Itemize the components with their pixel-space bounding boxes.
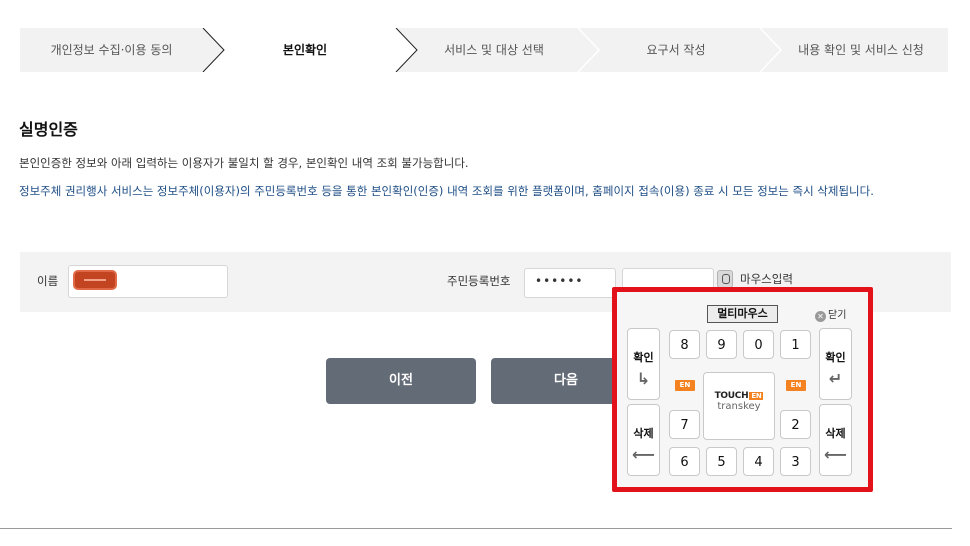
keypad-key[interactable]: 7: [669, 410, 700, 439]
delete-label: 삭제: [825, 427, 846, 440]
keypad-title: 멀티마우스: [707, 305, 778, 323]
keypad-close-label: 닫기: [828, 310, 847, 321]
confirm-label: 확인: [633, 351, 654, 364]
name-input[interactable]: [68, 265, 228, 298]
confirm-label: 확인: [825, 351, 846, 364]
step-progress-bar: 개인정보 수집·이용 동의 본인확인 서비스 및 대상 선택 요구서 작성 내용…: [20, 28, 948, 72]
step-confirm-apply: 내용 확인 및 서비스 신청: [798, 43, 924, 57]
redacted-name: [73, 270, 117, 290]
backspace-arrow-icon: ⟵: [632, 445, 655, 464]
rrn-label: 주민등록번호: [447, 274, 511, 288]
keypad-key[interactable]: 9: [706, 330, 737, 359]
step-service-selection: 서비스 및 대상 선택: [444, 43, 544, 57]
page-title: 실명인증: [19, 120, 78, 139]
keypad-key[interactable]: 6: [669, 447, 700, 476]
mouse-input-icon[interactable]: [717, 270, 733, 288]
keypad-key[interactable]: 2: [780, 410, 811, 439]
verification-description: 본인인증한 정보와 아래 입력하는 이용자가 불일치 할 경우, 본인확인 내역…: [19, 156, 469, 170]
keypad-key[interactable]: 4: [743, 447, 774, 476]
keypad-close-button[interactable]: ✕ 닫기: [815, 306, 846, 322]
rrn-front-input[interactable]: ••••••: [524, 268, 616, 298]
rrn-front-value: ••••••: [535, 274, 584, 288]
step-identity-verification: 본인확인: [282, 43, 328, 57]
enter-arrow-icon: ↳: [636, 369, 651, 388]
transkey-logo: TOUCH EN transkey: [703, 372, 775, 440]
keypad-key[interactable]: 3: [780, 447, 811, 476]
enter-arrow-icon: ↵: [828, 369, 843, 388]
footer-divider: [0, 528, 952, 529]
virtual-keypad: 멀티마우스 ✕ 닫기 확인 ↳ 삭제 ⟵ 확인 ↵ 삭제 ⟵ 8 9 0 1 7 …: [612, 287, 873, 492]
en-badge-icon: EN: [786, 380, 806, 391]
privacy-notice: 정보주체 권리행사 서비스는 정보주체(이용자)의 주민등록번호 등을 통한 본…: [19, 184, 874, 198]
delete-label: 삭제: [633, 427, 654, 440]
logo-touch-text: TOUCH: [714, 391, 749, 401]
mouse-input-label[interactable]: 마우스입력: [740, 271, 793, 287]
keypad-delete-left[interactable]: 삭제 ⟵: [627, 404, 660, 476]
keypad-key[interactable]: 0: [743, 330, 774, 359]
logo-en-badge: EN: [749, 392, 764, 400]
backspace-arrow-icon: ⟵: [824, 445, 847, 464]
keypad-key[interactable]: 8: [669, 330, 700, 359]
close-icon: ✕: [815, 311, 826, 322]
keypad-key[interactable]: 1: [780, 330, 811, 359]
step-consent: 개인정보 수집·이용 동의: [50, 43, 173, 57]
name-label: 이름: [37, 274, 59, 288]
keypad-delete-right[interactable]: 삭제 ⟵: [819, 404, 852, 476]
keypad-confirm-left[interactable]: 확인 ↳: [627, 328, 660, 400]
en-badge-icon: EN: [675, 380, 695, 391]
logo-transkey-text: transkey: [717, 401, 761, 412]
keypad-key[interactable]: 5: [706, 447, 737, 476]
step-request-form: 요구서 작성: [646, 43, 706, 57]
keypad-confirm-right[interactable]: 확인 ↵: [819, 328, 852, 400]
prev-button[interactable]: 이전: [326, 358, 476, 404]
